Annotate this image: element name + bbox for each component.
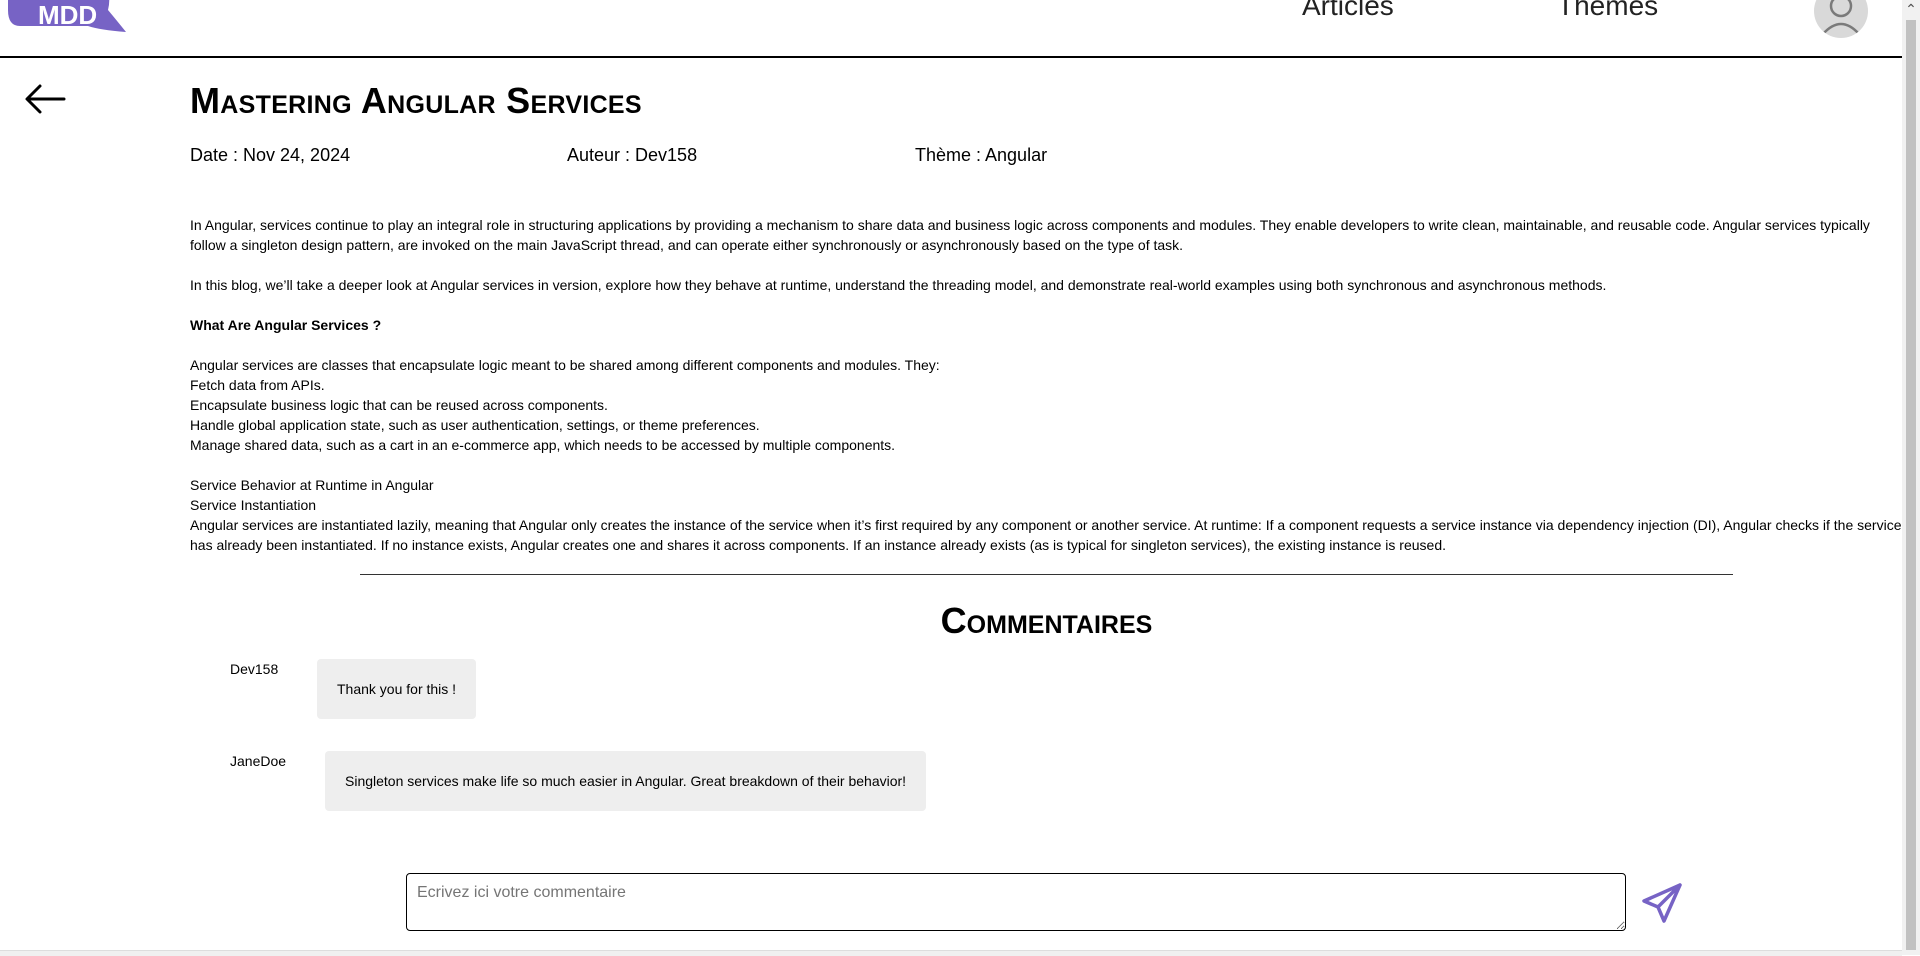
article-title: Mastering Angular Services [190, 80, 642, 121]
article-date: Date : Nov 24, 2024 [190, 145, 351, 165]
section-divider [360, 574, 1733, 575]
article-list-line: Handle global application state, such as… [190, 417, 760, 433]
article-subheading: What Are Angular Services ? [190, 317, 382, 333]
user-icon [1822, 0, 1860, 35]
bottom-scroll-strip [0, 950, 1902, 956]
comment-author: JaneDoe [230, 753, 287, 769]
comment-author: Dev158 [230, 661, 279, 677]
mdd-logo[interactable]: MDD [8, 0, 126, 32]
article-paragraph: Angular services are classes that encaps… [190, 357, 940, 373]
top-header: MDD Articles Thèmes [0, 0, 1902, 58]
article-list-line: Encapsulate business logic that can be r… [190, 397, 608, 413]
scroll-thumb[interactable] [1906, 20, 1916, 950]
comments-title: Commentaires [940, 600, 1153, 641]
article-list-line: Fetch data from APIs. [190, 377, 325, 393]
page-scrollbar[interactable]: ⌃ [1902, 0, 1920, 955]
nav-themes-link[interactable]: Thèmes [1557, 0, 1658, 22]
comment-bubble: Singleton services make life so much eas… [325, 751, 927, 811]
user-avatar[interactable] [1814, 0, 1868, 38]
arrow-left-icon[interactable] [24, 82, 66, 116]
scroll-up-icon[interactable]: ⌃ [1902, 0, 1920, 18]
logo-text: MDD [38, 0, 97, 30]
article-list-line: Manage shared data, such as a cart in an… [190, 437, 896, 453]
send-icon[interactable] [1640, 881, 1684, 925]
article-content: In Angular, services continue to play an… [190, 215, 1902, 555]
comment-input[interactable] [406, 873, 1626, 931]
article-section-line: Service Behavior at Runtime in Angular [190, 477, 434, 493]
article-section-line: Service Instantiation [190, 497, 317, 513]
article-paragraph: In Angular, services continue to play an… [190, 217, 1870, 253]
article-paragraph: Angular services are instantiated lazily… [190, 517, 1902, 553]
article-theme: Thème : Angular [915, 145, 1048, 165]
article-author: Auteur : Dev158 [567, 145, 698, 165]
article-paragraph: In this blog, we’ll take a deeper look a… [190, 277, 1607, 293]
comment-bubble: Thank you for this ! [317, 659, 477, 719]
nav-articles-link[interactable]: Articles [1302, 0, 1394, 22]
